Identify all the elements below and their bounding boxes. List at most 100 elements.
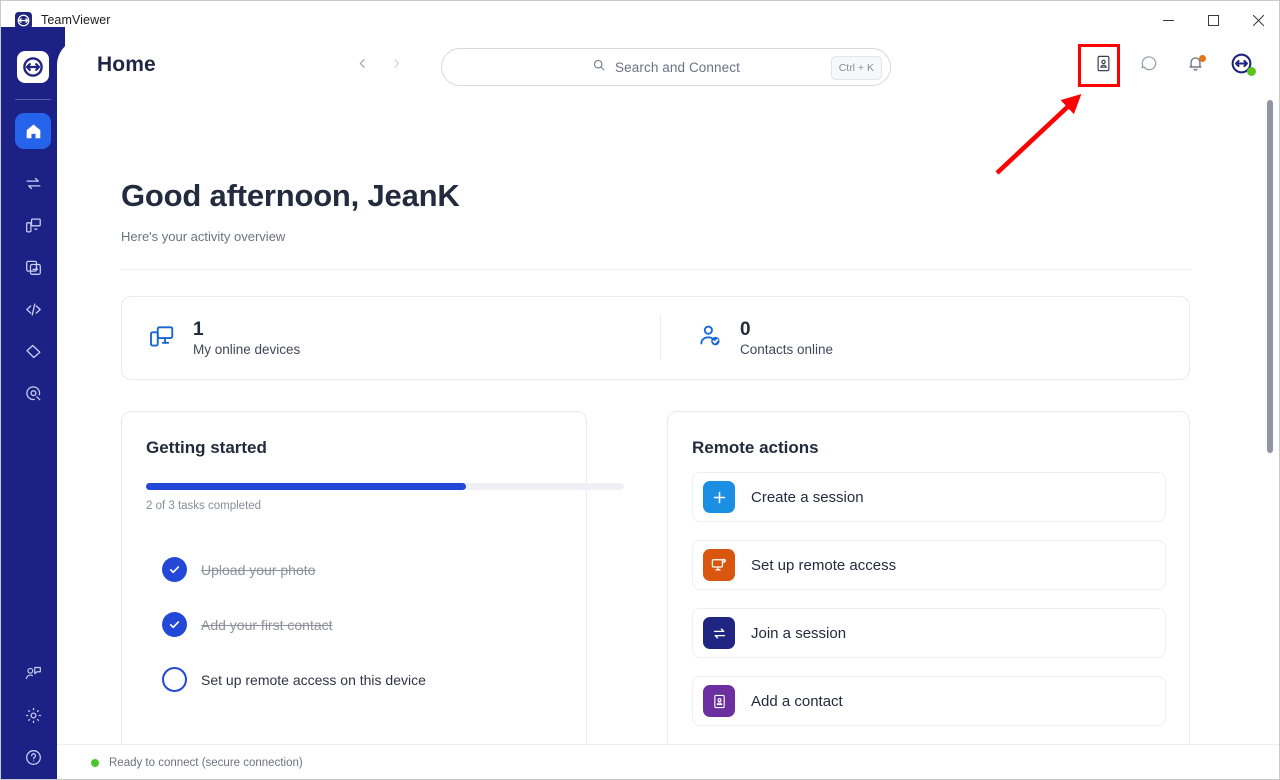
task-label: Set up remote access on this device — [201, 671, 426, 688]
code-brackets-icon — [24, 300, 43, 319]
search-shortcut-badge: Ctrl + K — [830, 56, 882, 80]
nav-arrows — [349, 51, 409, 81]
notifications-button[interactable] — [1179, 47, 1211, 85]
action-label: Create a session — [751, 488, 864, 506]
main-content: Good afternoon, JeanK Here's your activi… — [57, 95, 1279, 763]
sidebar-teamviewer-logo-icon[interactable] — [17, 51, 49, 83]
stat-divider — [660, 316, 661, 360]
check-icon — [162, 557, 187, 582]
greeting-heading: Good afternoon, JeanK — [121, 178, 460, 213]
diamond-icon — [24, 342, 43, 361]
teamviewer-logo-icon — [15, 11, 32, 29]
sidebar-item-monitoring[interactable] — [15, 375, 51, 411]
greeting-subtitle: Here's your activity overview — [121, 229, 286, 244]
window-controls — [1146, 1, 1279, 39]
progress-bar-fill — [146, 483, 467, 490]
content-scrollbar[interactable] — [1267, 97, 1273, 763]
header-divider — [121, 269, 1192, 270]
contacts-book-button[interactable] — [1078, 44, 1120, 87]
maximize-button[interactable] — [1191, 1, 1236, 39]
question-circle-icon — [24, 748, 43, 767]
contact-check-icon — [696, 322, 724, 355]
status-text: Ready to connect (secure connection) — [109, 757, 303, 769]
remote-actions-title: Remote actions — [692, 438, 819, 457]
devices-icon — [24, 216, 43, 235]
window-titlebar: TeamViewer — [1, 1, 1279, 39]
stat-label: My online devices — [193, 342, 301, 358]
action-label: Add a contact — [751, 692, 843, 710]
window-title: TeamViewer — [41, 13, 111, 27]
stats-card: 1 My online devices 0 Contacts online — [121, 296, 1190, 380]
action-add-contact[interactable]: Add a contact — [692, 676, 1166, 726]
forward-button[interactable] — [383, 51, 409, 81]
sidebar-item-connections[interactable] — [15, 165, 51, 201]
task-item[interactable]: Upload your photo — [162, 557, 315, 582]
close-button[interactable] — [1236, 1, 1279, 39]
plus-icon — [703, 481, 735, 513]
sidebar-item-devices[interactable] — [15, 207, 51, 243]
action-label: Join a session — [751, 624, 847, 642]
content-surface: Home Search and Connect Ctrl + K Good af… — [57, 39, 1279, 779]
contacts-book-icon — [1094, 54, 1113, 78]
sidebar-item-home[interactable] — [15, 113, 51, 149]
sidebar-item-chat[interactable] — [15, 655, 51, 691]
page-title: Home — [97, 53, 156, 76]
contacts-book-icon — [703, 685, 735, 717]
chevron-right-icon — [390, 57, 403, 75]
action-create-session[interactable]: Create a session — [692, 472, 1166, 522]
transfer-arrows-icon — [703, 617, 735, 649]
stat-value: 0 — [740, 318, 751, 340]
account-button[interactable] — [1225, 47, 1257, 85]
minimize-button[interactable] — [1146, 1, 1191, 39]
sidebar-item-licenses[interactable] — [15, 333, 51, 369]
back-button[interactable] — [349, 51, 375, 81]
task-item[interactable]: Set up remote access on this device — [162, 667, 426, 692]
sidebar-item-help[interactable] — [15, 739, 51, 775]
sidebar-divider — [15, 99, 51, 100]
search-inner: Search and Connect — [592, 58, 740, 77]
action-setup-remote-access[interactable]: Set up remote access — [692, 540, 1166, 590]
teamviewer-account-icon — [1229, 51, 1254, 81]
home-icon — [24, 122, 43, 141]
notification-badge-dot — [1199, 55, 1206, 62]
stat-value: 1 — [193, 318, 204, 340]
page-header: Home Search and Connect Ctrl + K — [57, 39, 1279, 95]
primary-sidebar — [1, 27, 65, 779]
empty-circle-icon — [162, 667, 187, 692]
stat-label: Contacts online — [740, 342, 834, 358]
teamviewer-window: TeamViewer Home Search and Connect Ctrl … — [0, 0, 1280, 780]
search-placeholder: Search and Connect — [615, 59, 740, 75]
sidebar-item-file-transfer[interactable] — [15, 249, 51, 285]
remote-monitor-icon — [703, 549, 735, 581]
chevron-left-icon — [356, 57, 369, 75]
devices-icon — [147, 321, 177, 356]
online-status-dot — [1247, 67, 1256, 76]
status-bar: Ready to connect (secure connection) — [57, 744, 1279, 779]
chat-contacts-icon — [24, 664, 43, 683]
getting-started-title: Getting started — [146, 438, 267, 457]
task-label: Add your first contact — [201, 616, 333, 633]
file-share-icon — [24, 258, 43, 277]
check-icon — [162, 612, 187, 637]
stat-contacts-online: 0 Contacts online — [696, 319, 833, 358]
sidebar-item-scripts[interactable] — [15, 291, 51, 327]
chat-bubble-icon — [1139, 54, 1159, 79]
search-input[interactable]: Search and Connect Ctrl + K — [441, 48, 891, 86]
progress-text: 2 of 3 tasks completed — [146, 500, 262, 512]
online-dot-icon — [91, 759, 99, 767]
sidebar-item-settings[interactable] — [15, 697, 51, 733]
stat-my-online-devices: 1 My online devices — [147, 319, 660, 358]
action-label: Set up remote access — [751, 556, 897, 574]
scrollbar-thumb[interactable] — [1267, 100, 1273, 453]
task-item[interactable]: Add your first contact — [162, 612, 333, 637]
chat-button[interactable] — [1133, 47, 1165, 85]
getting-started-panel: Getting started 2 of 3 tasks completed U… — [121, 411, 624, 763]
transfer-arrows-icon — [24, 174, 43, 193]
remote-actions-panel: Remote actions Create a session Set up r… — [667, 411, 1190, 763]
stat-text-block: 0 Contacts online — [740, 319, 833, 358]
action-join-session[interactable]: Join a session — [692, 608, 1166, 658]
stat-text-block: 1 My online devices — [193, 319, 300, 358]
gear-icon — [24, 706, 43, 725]
search-icon — [592, 58, 606, 77]
task-label: Upload your photo — [201, 561, 316, 578]
